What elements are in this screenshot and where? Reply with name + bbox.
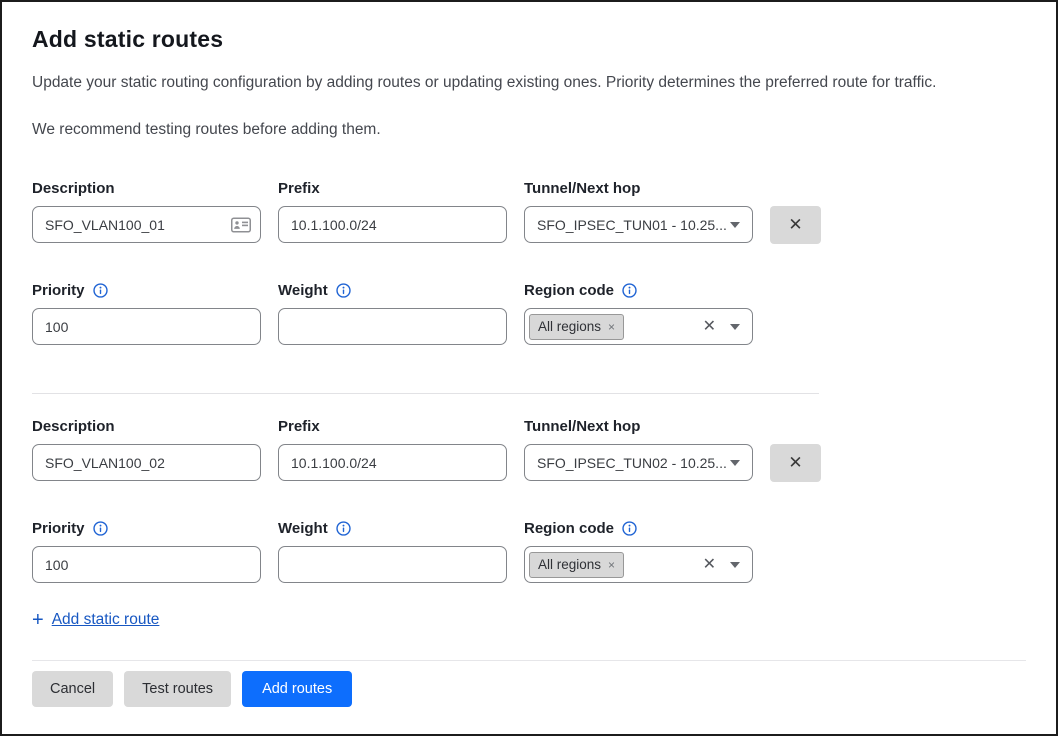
weight-input[interactable] [278, 546, 507, 583]
weight-field-1: Weight [278, 281, 507, 345]
description-input[interactable] [32, 206, 261, 243]
dialog-note: We recommend testing routes before addin… [32, 120, 1026, 139]
priority-input[interactable] [32, 308, 261, 345]
chip-remove-icon[interactable]: × [608, 319, 615, 335]
tunnel-label: Tunnel/Next hop [524, 417, 753, 436]
tunnel-field-1: Tunnel/Next hop SFO_IPSEC_TUN01 - 10.25.… [524, 179, 753, 243]
region-select[interactable]: All regions × ✕ [524, 546, 753, 583]
region-label: Region code [524, 519, 614, 538]
prefix-input[interactable] [278, 206, 507, 243]
add-static-routes-dialog: Add static routes Update your static rou… [0, 0, 1058, 736]
region-chip: All regions × [529, 314, 624, 340]
description-input[interactable] [32, 444, 261, 481]
tunnel-select-value: SFO_IPSEC_TUN01 - 10.25... [537, 217, 727, 233]
region-chip-label: All regions [538, 319, 601, 335]
plus-icon: + [32, 611, 44, 629]
region-field-2: Region code All regions × ✕ [524, 519, 753, 583]
cancel-button[interactable]: Cancel [32, 671, 113, 707]
region-label: Region code [524, 281, 614, 300]
description-field-1: Description [32, 179, 261, 243]
route-divider [32, 393, 819, 394]
tunnel-field-2: Tunnel/Next hop SFO_IPSEC_TUN02 - 10.25.… [524, 417, 753, 481]
weight-label: Weight [278, 281, 328, 300]
remove-route-button[interactable]: ✕ [770, 206, 821, 244]
remove-route-button[interactable]: ✕ [770, 444, 821, 482]
info-circle-icon[interactable] [622, 521, 637, 536]
priority-label: Priority [32, 281, 85, 300]
prefix-label: Prefix [278, 179, 507, 198]
prefix-field-2: Prefix [278, 417, 507, 481]
chevron-down-icon [730, 562, 740, 568]
prefix-label: Prefix [278, 417, 507, 436]
add-routes-button[interactable]: Add routes [242, 671, 352, 707]
region-chip-label: All regions [538, 557, 601, 573]
clear-selection-icon[interactable]: ✕ [703, 319, 716, 335]
priority-field-2: Priority [32, 519, 261, 583]
region-field-1: Region code All regions × ✕ [524, 281, 753, 345]
dialog-description: Update your static routing configuration… [32, 73, 1026, 92]
description-label: Description [32, 417, 261, 436]
page-title: Add static routes [32, 26, 1026, 53]
clear-selection-icon[interactable]: ✕ [703, 557, 716, 573]
priority-input[interactable] [32, 546, 261, 583]
region-chip: All regions × [529, 552, 624, 578]
description-field-2: Description [32, 417, 261, 481]
route-block-2: Description Prefix Tunnel/Next hop SFO_I… [32, 417, 1026, 583]
route-block-1: Description Prefix Tunnel/Next hop SFO_I… [32, 179, 1026, 345]
priority-field-1: Priority [32, 281, 261, 345]
tunnel-select[interactable]: SFO_IPSEC_TUN02 - 10.25... [524, 444, 753, 481]
weight-label: Weight [278, 519, 328, 538]
info-circle-icon[interactable] [93, 283, 108, 298]
chevron-down-icon [730, 222, 740, 228]
tunnel-select-value: SFO_IPSEC_TUN02 - 10.25... [537, 455, 727, 471]
tunnel-select[interactable]: SFO_IPSEC_TUN01 - 10.25... [524, 206, 753, 243]
chevron-down-icon [730, 324, 740, 330]
region-select[interactable]: All regions × ✕ [524, 308, 753, 345]
info-circle-icon[interactable] [622, 283, 637, 298]
weight-field-2: Weight [278, 519, 507, 583]
prefix-input[interactable] [278, 444, 507, 481]
weight-input[interactable] [278, 308, 507, 345]
priority-label: Priority [32, 519, 85, 538]
info-circle-icon[interactable] [336, 283, 351, 298]
chevron-down-icon [730, 460, 740, 466]
prefix-field-1: Prefix [278, 179, 507, 243]
info-circle-icon[interactable] [93, 521, 108, 536]
description-label: Description [32, 179, 261, 198]
dialog-footer: Cancel Test routes Add routes [32, 660, 1026, 734]
contact-card-icon [231, 217, 251, 232]
info-circle-icon[interactable] [336, 521, 351, 536]
tunnel-label: Tunnel/Next hop [524, 179, 753, 198]
add-static-route-link[interactable]: Add static route [52, 611, 160, 629]
test-routes-button[interactable]: Test routes [124, 671, 231, 707]
chip-remove-icon[interactable]: × [608, 557, 615, 573]
